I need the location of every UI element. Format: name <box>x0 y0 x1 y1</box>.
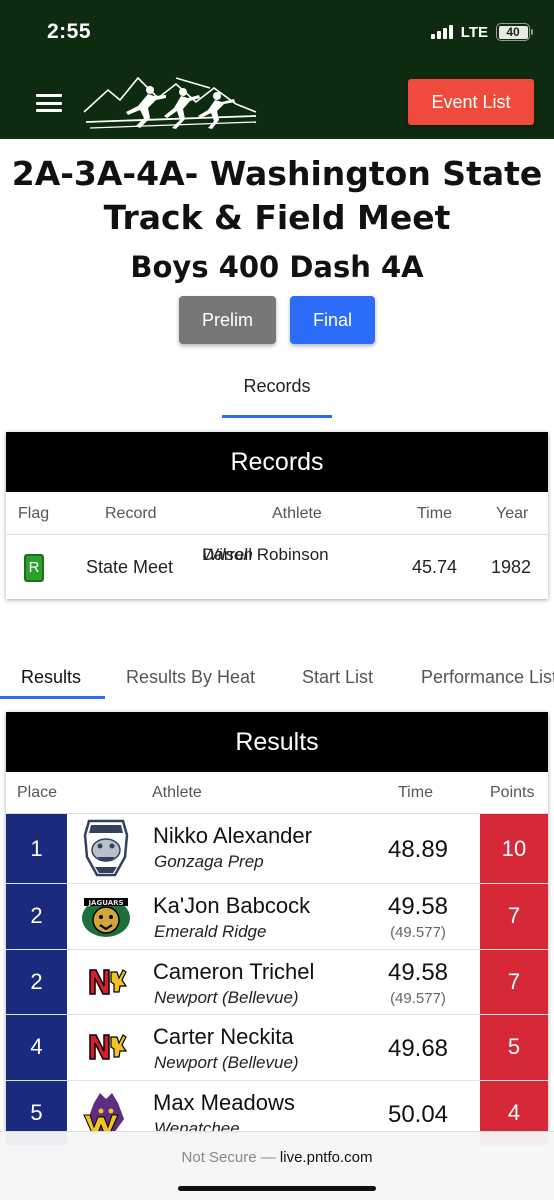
result-time: 48.89 <box>387 836 449 863</box>
points-cell: 10 <box>480 814 548 883</box>
record-flag-badge: R <box>24 554 44 582</box>
tab-start-list[interactable]: Start List <box>302 667 373 688</box>
col-year: Year <box>496 505 529 522</box>
place-cell: 2 <box>6 884 67 949</box>
col-flag: Flag <box>18 505 50 522</box>
jaguars-logo: JAGUARS <box>78 884 134 949</box>
results-heading: Results <box>6 712 548 772</box>
svg-text:JAGUARS: JAGUARS <box>87 899 123 907</box>
athlete-name[interactable]: Cameron Trichel <box>153 959 314 985</box>
battery-level: 40 <box>498 25 528 39</box>
col-athlete: Athlete <box>272 505 322 522</box>
menu-icon[interactable] <box>36 94 62 112</box>
place-cell: 2 <box>6 949 67 1014</box>
url-text[interactable]: Not Secure — live.pntfo.com <box>0 1149 554 1166</box>
athlete-name[interactable]: Carter Neckita <box>153 1024 294 1050</box>
security-label: Not Secure — <box>181 1149 276 1166</box>
app-header: 2:55 LTE 40 Event List <box>0 0 554 139</box>
event-list-button[interactable]: Event List <box>408 79 534 125</box>
points-cell: 7 <box>480 884 548 949</box>
result-row[interactable]: 1 Nikko Alexander Gonzaga Prep 48.89 10 <box>6 814 548 884</box>
browser-url-bar[interactable]: Not Secure — live.pntfo.com <box>0 1131 554 1200</box>
record-name: State Meet <box>86 557 174 577</box>
col-time: Time <box>417 505 452 522</box>
network-label: LTE <box>460 23 488 41</box>
tab-results[interactable]: Results <box>21 667 81 688</box>
place-cell: 4 <box>6 1015 67 1080</box>
signal-icon <box>430 25 453 39</box>
records-heading: Records <box>6 432 548 492</box>
meet-title: 2A-3A-4A- Washington State Track & Field… <box>0 152 554 240</box>
record-time: 45.74 <box>412 557 458 577</box>
record-row: R State Meet Darrell Robinson Wilson 45.… <box>6 535 548 599</box>
tab-performance-list[interactable]: Performance List <box>421 667 554 688</box>
result-row[interactable]: 4 Carter Neckita Newport (Bellevue) 49.6… <box>6 1015 548 1081</box>
athlete-name[interactable]: Max Meadows <box>153 1090 295 1116</box>
result-time-detail: (49.577) <box>390 989 446 1007</box>
final-button[interactable]: Final <box>290 296 375 344</box>
record-year: 1982 <box>491 557 532 577</box>
athlete-school: Newport (Bellevue) <box>154 1053 299 1072</box>
col-athlete: Athlete <box>152 784 202 801</box>
result-row[interactable]: 2 JAGUARS Ka'Jon Babcock Emerald Ridge 4… <box>6 884 548 950</box>
result-time: 49.58 <box>387 893 449 920</box>
col-time: Time <box>398 784 433 801</box>
place-cell: 1 <box>6 814 67 883</box>
results-panel: Results Place Athlete Time Points 1 Nikk… <box>6 712 548 1152</box>
record-school: Wilson <box>202 545 253 564</box>
bulldog-logo <box>78 814 134 883</box>
tab-records[interactable]: Records <box>222 376 332 418</box>
battery-icon: 40 <box>496 23 533 41</box>
athlete-school: Gonzaga Prep <box>154 852 264 871</box>
active-tab-indicator <box>0 696 105 699</box>
result-time: 49.58 <box>387 958 449 986</box>
newport-logo <box>78 1015 134 1080</box>
home-indicator <box>178 1186 376 1191</box>
points-cell: 7 <box>480 949 548 1014</box>
status-indicators: LTE 40 <box>430 23 533 41</box>
runners-logo[interactable] <box>80 68 260 132</box>
result-time: 49.68 <box>387 1035 449 1062</box>
meet-title-line1: 2A-3A-4A- Washington State <box>11 154 543 193</box>
col-points: Points <box>490 784 535 801</box>
meet-title-line2: Track & Field Meet <box>103 198 451 237</box>
newport-logo <box>78 950 134 1015</box>
result-time-detail: (49.577) <box>390 924 446 941</box>
records-panel: Records Flag Record Athlete Time Year R … <box>6 432 548 599</box>
athlete-name[interactable]: Nikko Alexander <box>153 823 312 849</box>
records-header-row: Flag Record Athlete Time Year <box>6 492 548 535</box>
event-title: Boys 400 Dash 4A <box>130 250 424 284</box>
athlete-school: Newport (Bellevue) <box>154 987 299 1007</box>
status-time: 2:55 <box>47 20 92 43</box>
results-header-row: Place Athlete Time Points <box>6 772 548 814</box>
results-tabs: Results Results By Heat Start List Perfo… <box>0 655 554 699</box>
prelim-button[interactable]: Prelim <box>179 296 276 344</box>
tab-results-by-heat[interactable]: Results By Heat <box>126 667 255 688</box>
athlete-name[interactable]: Ka'Jon Babcock <box>153 893 310 919</box>
result-row[interactable]: 2 Cameron Trichel Newport (Bellevue) 49.… <box>6 949 548 1015</box>
athlete-school: Emerald Ridge <box>154 922 267 941</box>
points-cell: 5 <box>480 1015 548 1080</box>
col-place: Place <box>17 784 58 801</box>
col-record: Record <box>105 505 157 522</box>
result-time: 50.04 <box>387 1100 449 1128</box>
domain-label: live.pntfo.com <box>279 1149 373 1166</box>
